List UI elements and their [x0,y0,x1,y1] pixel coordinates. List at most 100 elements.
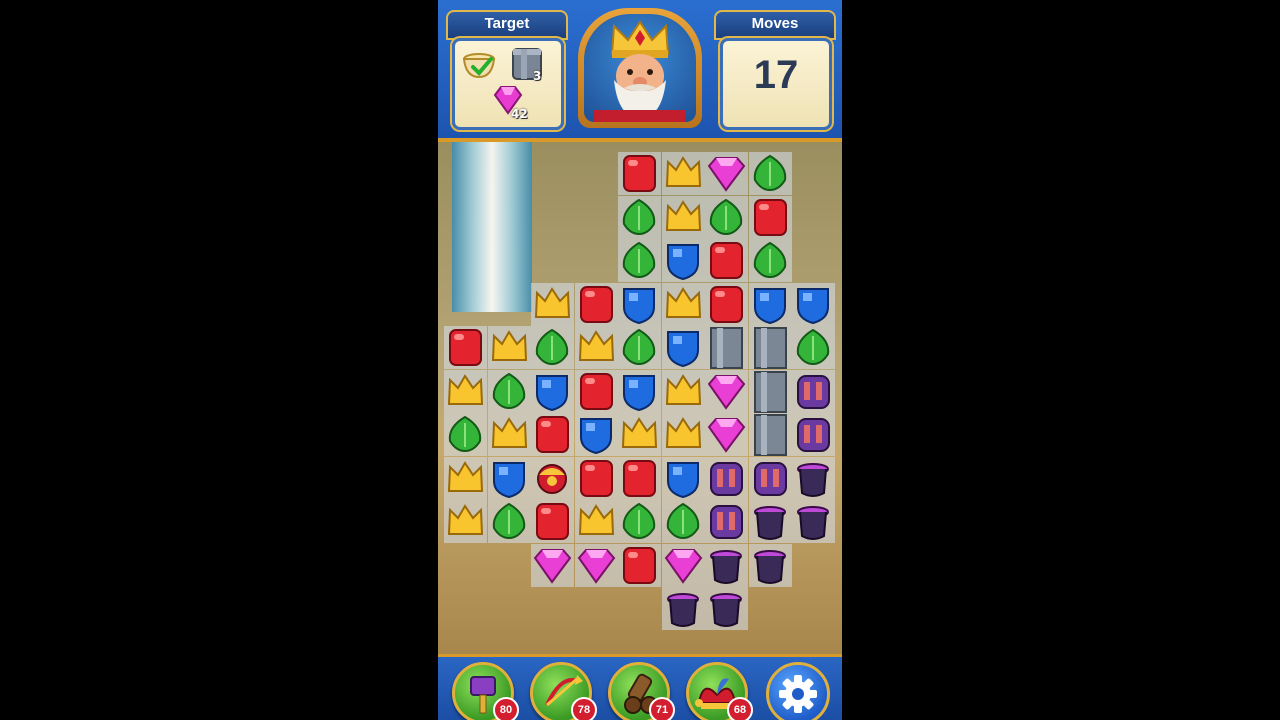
gold-crown-piece[interactable] [444,500,487,543]
jester-booster-button[interactable]: 68 [686,662,753,720]
green-leaf-piece[interactable] [662,500,705,543]
board-cell[interactable] [705,195,748,239]
board-cell[interactable] [487,326,531,369]
green-leaf-piece[interactable] [749,239,792,282]
board-cell[interactable] [705,500,748,543]
board-cell[interactable] [574,543,618,587]
board-cell[interactable] [618,239,661,282]
board-cell[interactable] [487,369,531,413]
board-cell[interactable] [618,282,661,326]
green-leaf-piece[interactable] [705,196,748,239]
red-cube-piece[interactable] [618,152,661,195]
board-cell[interactable] [531,543,574,587]
board-cell[interactable] [705,587,748,630]
blue-shield-piece[interactable] [662,457,705,500]
gold-crown-piece[interactable] [444,457,487,500]
board-cell[interactable] [792,369,835,413]
purple-lantern-obstacle[interactable] [705,500,748,543]
red-cube-piece[interactable] [705,283,748,326]
metal-pipe-obstacle[interactable] [749,413,792,456]
board-cell[interactable] [661,456,705,500]
green-leaf-piece[interactable] [749,152,792,195]
board-cell[interactable] [618,152,661,195]
magic-hat-obstacle[interactable] [749,500,792,543]
board-cell[interactable] [444,413,487,456]
pink-gem-piece[interactable] [531,544,574,587]
board-cell[interactable] [748,369,792,413]
cannon-booster-button[interactable]: 71 [608,662,675,720]
board-cell[interactable] [705,326,748,369]
magic-hat-obstacle[interactable] [662,587,705,630]
pink-gem-piece[interactable] [705,370,748,413]
board-cell[interactable] [748,500,792,543]
purple-lantern-obstacle[interactable] [705,457,748,500]
blue-shield-piece[interactable] [618,283,661,326]
arrow-booster-button[interactable]: 78 [530,662,597,720]
board-cell[interactable] [748,195,792,239]
magic-hat-obstacle[interactable] [792,457,835,500]
red-cube-piece[interactable] [705,239,748,282]
pink-gem-piece[interactable] [575,544,618,587]
board-cell[interactable] [618,500,661,543]
red-cube-piece[interactable] [575,457,618,500]
board-cell[interactable] [705,413,748,456]
hammer-booster-button[interactable]: 80 [452,662,519,720]
board-cell[interactable] [531,456,574,500]
gold-crown-piece[interactable] [662,196,705,239]
green-leaf-piece[interactable] [618,500,661,543]
pink-gem-piece[interactable] [705,413,748,456]
board-cell[interactable] [444,500,487,543]
board-cell[interactable] [661,282,705,326]
blue-shield-piece[interactable] [792,283,835,326]
board-cell[interactable] [661,195,705,239]
board-cell[interactable] [705,282,748,326]
board-cell[interactable] [705,239,748,282]
gold-crown-piece[interactable] [444,370,487,413]
pink-gem-piece[interactable] [662,544,705,587]
board-cell[interactable] [661,326,705,369]
blue-shield-piece[interactable] [575,413,618,456]
board-cell[interactable] [792,456,835,500]
board-cell[interactable] [661,239,705,282]
gold-crown-piece[interactable] [488,326,531,369]
green-leaf-piece[interactable] [618,239,661,282]
blue-shield-piece[interactable] [662,326,705,369]
board-cell[interactable] [792,326,835,369]
board-cell[interactable] [531,282,574,326]
metal-pipe-obstacle[interactable] [705,326,748,369]
gold-crown-piece[interactable] [575,326,618,369]
blue-shield-piece[interactable] [618,370,661,413]
red-cube-piece[interactable] [531,413,574,456]
board-cell[interactable] [444,456,487,500]
board-cell[interactable] [444,369,487,413]
red-cube-piece[interactable] [749,196,792,239]
board-cell[interactable] [705,152,748,195]
board-cell[interactable] [748,239,792,282]
board-cell[interactable] [574,456,618,500]
board-cell[interactable] [661,369,705,413]
board-cell[interactable] [705,456,748,500]
metal-pipe-obstacle[interactable] [749,326,792,369]
board-cell[interactable] [705,543,748,587]
gold-crown-piece[interactable] [575,500,618,543]
metal-pipe-obstacle[interactable] [749,370,792,413]
board-cell[interactable] [531,369,574,413]
magic-hat-obstacle[interactable] [705,587,748,630]
board-cell[interactable] [618,326,661,369]
board-cell[interactable] [618,543,661,587]
blue-shield-piece[interactable] [662,239,705,282]
gold-crown-piece[interactable] [488,413,531,456]
red-cube-piece[interactable] [618,544,661,587]
magic-hat-obstacle[interactable] [749,544,792,587]
green-leaf-piece[interactable] [618,326,661,369]
gold-crown-piece[interactable] [618,413,661,456]
board-cell[interactable] [748,543,792,587]
board-cell[interactable] [792,282,835,326]
board-cell[interactable] [748,413,792,456]
board-cell[interactable] [661,500,705,543]
board-cell[interactable] [574,282,618,326]
board-cell[interactable] [574,500,618,543]
board-cell[interactable] [748,282,792,326]
board-cell[interactable] [487,456,531,500]
green-leaf-piece[interactable] [792,326,835,369]
